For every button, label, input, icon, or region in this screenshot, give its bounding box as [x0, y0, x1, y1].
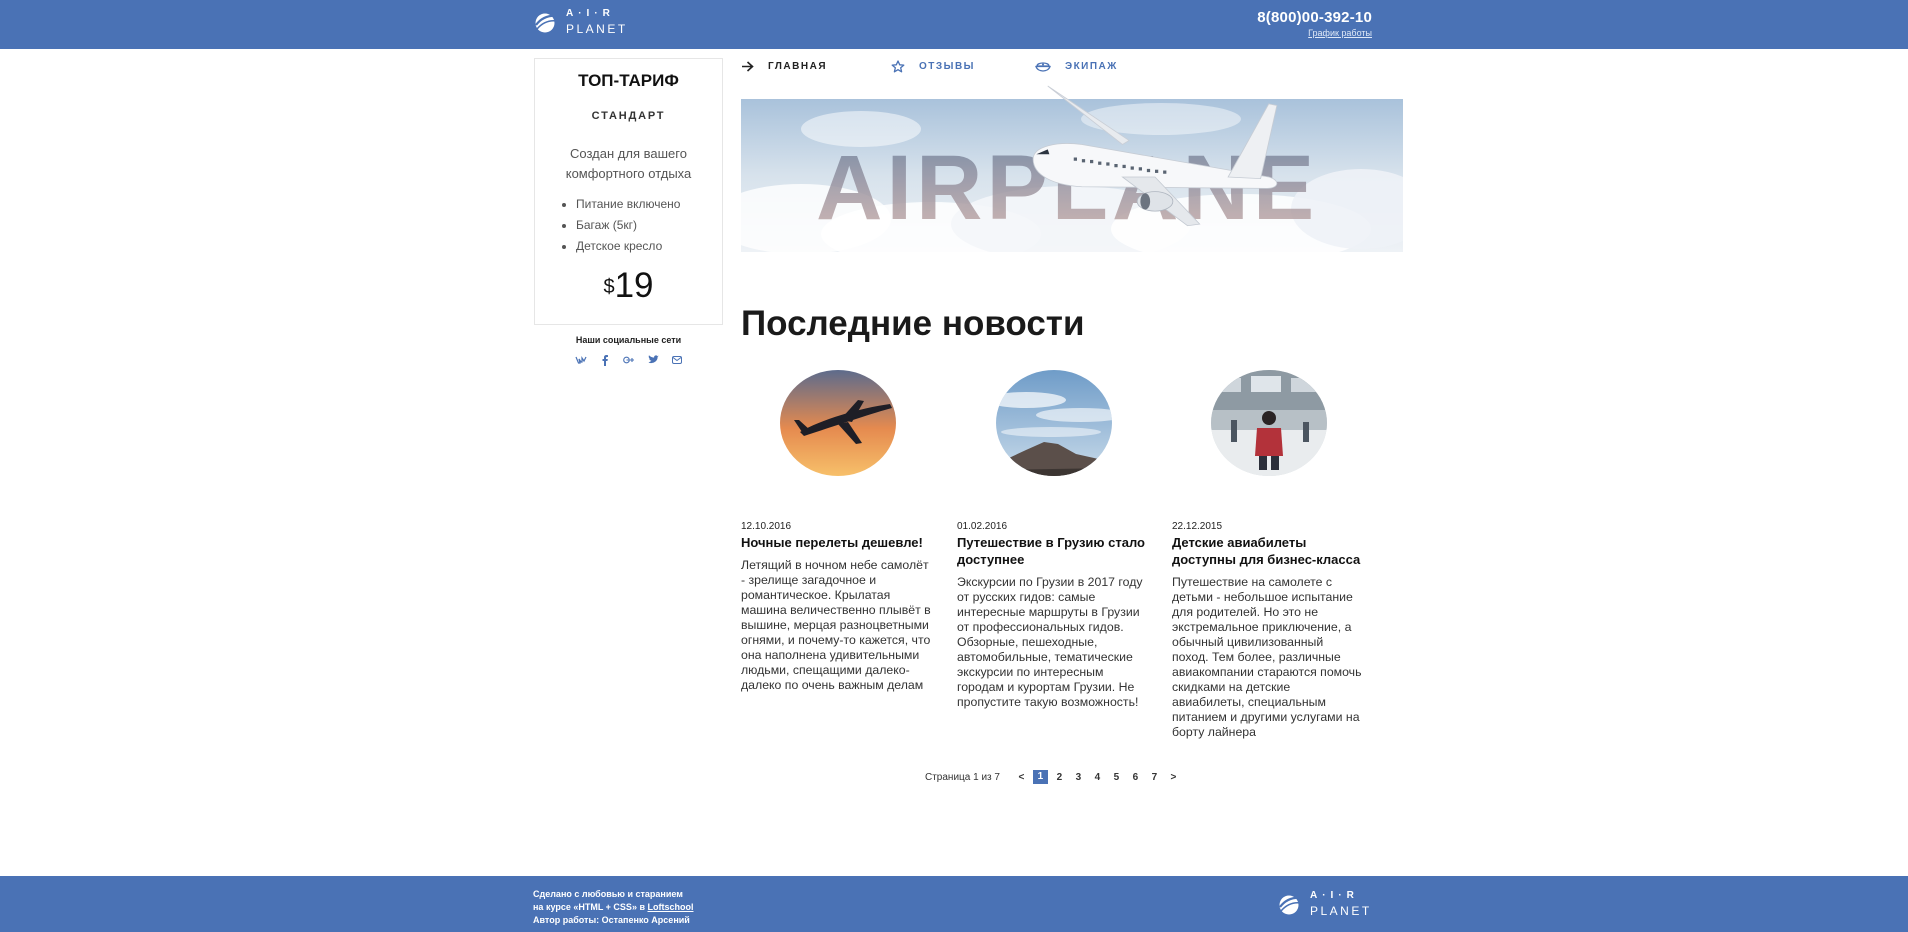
- tariff-feature: Питание включено: [576, 194, 722, 215]
- tariff-features-list: Питание включено Багаж (5кг) Детское кре…: [576, 194, 722, 257]
- social-title: Наши социальные сети: [575, 335, 682, 345]
- price-value: 19: [614, 266, 654, 305]
- site-footer: Сделано с любовью и старанием на курсе «…: [0, 876, 1908, 932]
- news-section-title: Последние новости: [741, 304, 1085, 343]
- header-logo[interactable]: A·I·R PLANET: [533, 9, 628, 35]
- news-thumbnail[interactable]: [780, 370, 896, 476]
- page-button-3[interactable]: 3: [1069, 772, 1088, 783]
- logo-bottom-text: PLANET: [1310, 904, 1372, 918]
- tariff-feature: Детское кресло: [576, 236, 722, 257]
- news-card[interactable]: 01.02.2016 Путешествие в Грузию стало до…: [957, 370, 1147, 710]
- nav-item-crew[interactable]: ЭКИПАЖ: [1035, 57, 1118, 75]
- news-headline[interactable]: Детские авиабилеты доступны для бизнес-к…: [1172, 534, 1362, 568]
- page-button-5[interactable]: 5: [1107, 772, 1126, 783]
- news-headline[interactable]: Ночные перелеты дешевле!: [741, 534, 931, 551]
- nav-item-reviews[interactable]: ОТЗЫВЫ: [891, 57, 975, 75]
- footer-line-1: Сделано с любовью и старанием: [533, 889, 683, 899]
- google-plus-icon[interactable]: [622, 355, 636, 367]
- airplane-image: [1032, 85, 1278, 227]
- footer-line-2: на курсе «HTML + CSS» в Loftschool: [533, 901, 693, 914]
- tariff-title: ТОП-ТАРИФ: [578, 71, 679, 90]
- news-headline[interactable]: Путешествие в Грузию стало доступнее: [957, 534, 1147, 568]
- mail-icon[interactable]: [670, 355, 684, 367]
- facebook-icon[interactable]: [598, 355, 612, 367]
- schedule-link[interactable]: График работы: [1257, 28, 1372, 38]
- vk-icon[interactable]: [574, 355, 588, 367]
- logo-top-text: A·I·R: [566, 8, 615, 19]
- page-info: Страница 1 из 7: [925, 771, 1000, 783]
- page-button-2[interactable]: 2: [1050, 772, 1069, 783]
- news-card[interactable]: 12.10.2016 Ночные перелеты дешевле! Летя…: [741, 370, 931, 693]
- twitter-icon[interactable]: [646, 355, 660, 367]
- news-date: 12.10.2016: [741, 521, 792, 532]
- news-body: Экскурсии по Грузии в 2017 году от русск…: [957, 575, 1143, 709]
- airport-child-image: [1211, 370, 1327, 476]
- logo-globe-icon: [535, 13, 559, 33]
- news-body: Летящий в ночном небе самолёт - зрелище …: [741, 558, 931, 692]
- nav-label-home: ГЛАВНАЯ: [768, 60, 828, 72]
- star-icon: [891, 59, 905, 72]
- social-links: [574, 355, 684, 367]
- news-card[interactable]: 22.12.2015 Детские авиабилеты доступны д…: [1172, 370, 1362, 740]
- logo-top-text: A·I·R: [1310, 890, 1359, 901]
- news-date: 22.12.2015: [1172, 521, 1223, 532]
- logo-globe-icon: [1279, 895, 1303, 915]
- news-body: Путешествие на самолете с детьми - небол…: [1172, 575, 1362, 739]
- prev-page-button[interactable]: <: [1012, 772, 1031, 783]
- news-date: 01.02.2016: [957, 521, 1008, 532]
- pilot-cap-icon: [1035, 61, 1051, 72]
- footer-line-3: Автор работы: Остапенко Арсений: [533, 915, 690, 925]
- tariff-price: $19: [535, 266, 722, 306]
- next-page-button[interactable]: >: [1164, 772, 1183, 783]
- nav-label-crew: ЭКИПАЖ: [1064, 60, 1118, 72]
- price-currency: $: [603, 276, 615, 298]
- page-button-4[interactable]: 4: [1088, 772, 1107, 783]
- site-header: A·I·R PLANET 8(800)00-392-10 График рабо…: [0, 0, 1908, 49]
- pagination: Страница 1 из 7 < 1 2 3 4 5 6 7 >: [925, 770, 1183, 784]
- mountain-image: [996, 370, 1112, 476]
- tariff-description: Создан для вашего комфортного отдыха: [565, 146, 692, 181]
- footer-course-text: на курсе «HTML + CSS» в: [533, 902, 648, 912]
- main-nav: ГЛАВНАЯ ОТЗЫВЫ ЭКИПАЖ: [741, 57, 1118, 75]
- nav-label-reviews: ОТЗЫВЫ: [919, 60, 975, 72]
- nav-item-home[interactable]: ГЛАВНАЯ: [741, 57, 827, 75]
- phone-number[interactable]: 8(800)00-392-10: [1257, 9, 1372, 26]
- sunset-plane-image: [780, 370, 896, 476]
- logo-bottom-text: PLANET: [566, 22, 628, 36]
- footer-logo[interactable]: A·I·R PLANET: [1277, 891, 1372, 917]
- tariff-card: ТОП-ТАРИФ СТАНДАРТ Создан для вашего ком…: [534, 58, 723, 325]
- arrow-right-icon: [742, 60, 754, 72]
- loftschool-link[interactable]: Loftschool: [647, 902, 693, 912]
- tariff-subtitle: СТАНДАРТ: [591, 110, 666, 122]
- footer-credits: Сделано с любовью и старанием на курсе «…: [533, 888, 693, 927]
- news-thumbnail[interactable]: [996, 370, 1112, 476]
- hero-banner: AIRPLANE: [741, 85, 1403, 252]
- page-button-1[interactable]: 1: [1032, 770, 1048, 784]
- page-button-7[interactable]: 7: [1145, 772, 1164, 783]
- page-button-6[interactable]: 6: [1126, 772, 1145, 783]
- contact-block: 8(800)00-392-10 График работы: [1257, 9, 1372, 38]
- news-thumbnail[interactable]: [1211, 370, 1327, 476]
- tariff-feature: Багаж (5кг): [576, 215, 722, 236]
